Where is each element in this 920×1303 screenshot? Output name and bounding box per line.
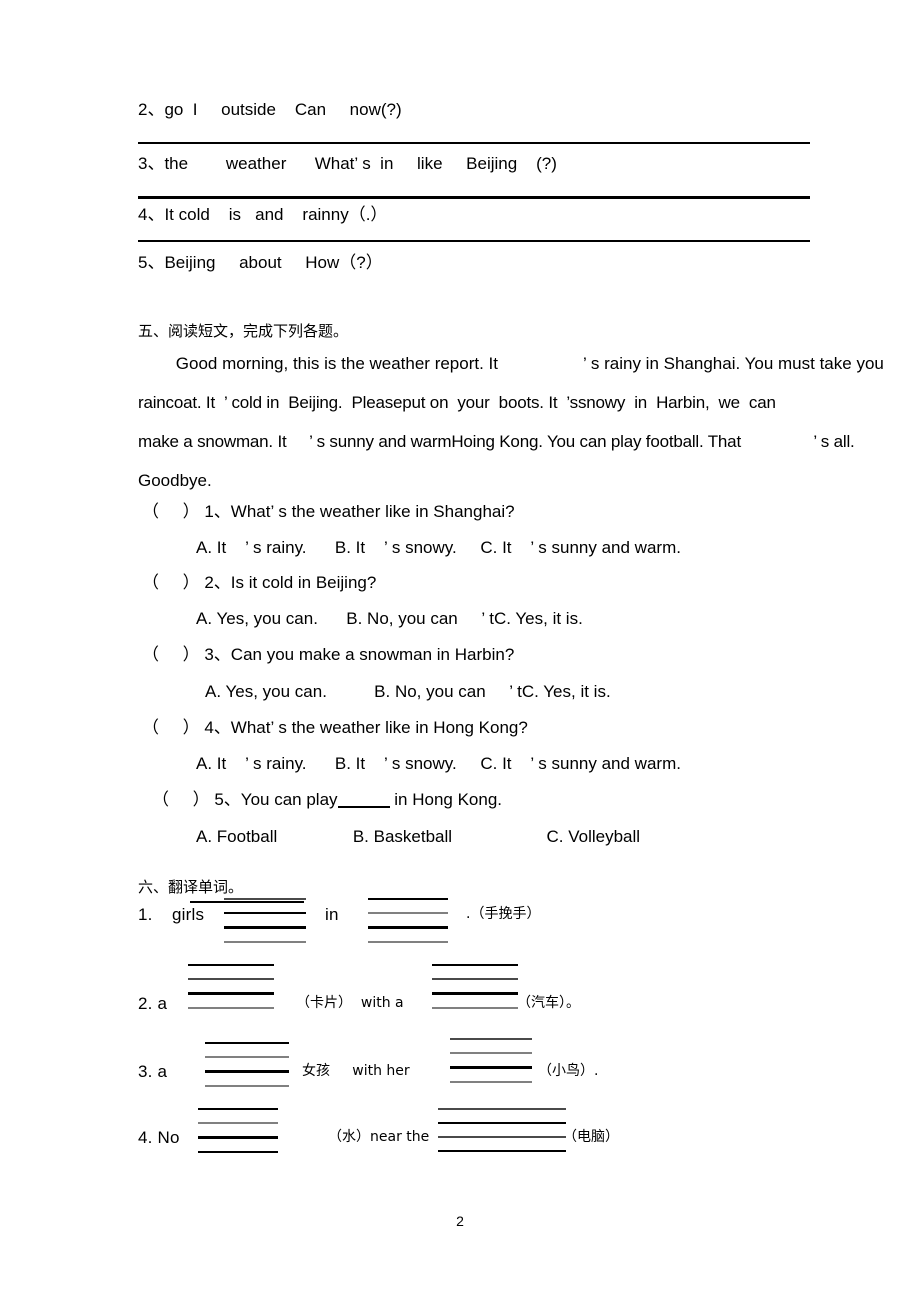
answer-rule-1 <box>138 142 810 144</box>
passage-line-3: make a snowman. It ’ s sunny and warmHoi… <box>138 432 855 451</box>
translation-item-3-hint-2: （小鸟）. <box>538 1063 599 1079</box>
blank-gap <box>224 914 306 926</box>
blank-rule <box>368 941 448 943</box>
reading-options-3[interactable]: A. Yes, you can. B. No, you can ’ tC. Ye… <box>205 683 611 700</box>
sentence-order-item-4: 4、It cold is and rainny（.） <box>138 206 810 223</box>
blank-rule <box>438 1150 566 1152</box>
reading-question-5-text-before: （ ） 5、You can play <box>152 790 338 809</box>
translation-item-3-hint-1: 女孩 with her <box>302 1063 410 1079</box>
blank-gap <box>450 1040 532 1052</box>
blank-rule <box>205 1085 289 1087</box>
reading-options-1[interactable]: A. It ’ s rainy. B. It ’ s snowy. C. It … <box>196 539 681 556</box>
reading-question-3[interactable]: （ ） 3、Can you make a snowman in Harbin? <box>142 646 514 663</box>
translation-blank-1a[interactable] <box>224 898 306 943</box>
translation-item-4-hint-2: （电脑） <box>563 1129 619 1145</box>
translation-section-heading: 六、翻译单词。 <box>138 878 244 896</box>
sentence-order-text-5: 5、Beijing about How（?） <box>138 253 383 272</box>
page-number: 2 <box>456 1213 464 1229</box>
blank-gap <box>205 1058 289 1070</box>
passage-line-1: Good morning, this is the weather report… <box>138 354 884 373</box>
reading-question-5-blank[interactable] <box>337 806 390 808</box>
blank-rule <box>188 1007 274 1009</box>
blank-gap <box>438 1138 566 1150</box>
blank-gap <box>432 995 518 1007</box>
blank-gap <box>205 1044 289 1056</box>
answer-rule-3 <box>138 240 810 242</box>
sentence-order-text-4: 4、It cold is and rainny（.） <box>138 205 388 224</box>
worksheet-page: 2、go I outside Can now(?) 3、the weather … <box>0 0 920 1303</box>
blank-gap <box>450 1069 532 1081</box>
reading-question-2[interactable]: （ ） 2、Is it cold in Beijing? <box>142 574 376 591</box>
blank-gap <box>368 900 448 912</box>
reading-question-1[interactable]: （ ） 1、What’ s the weather like in Shangh… <box>142 503 515 520</box>
blank-rule <box>198 1151 278 1153</box>
reading-question-4[interactable]: （ ） 4、What’ s the weather like in Hong K… <box>142 719 528 736</box>
reading-section-heading: 五、阅读短文，完成下列各题。 <box>138 322 349 340</box>
passage-line-4: Goodbye. <box>138 471 212 490</box>
translation-blank-2a[interactable] <box>188 964 274 1009</box>
translation-blank-3a[interactable] <box>205 1042 289 1087</box>
passage-line-2: raincoat. It ’ cold in Beijing. Pleasepu… <box>138 393 776 412</box>
blank-gap <box>368 914 448 926</box>
blank-gap <box>438 1110 566 1122</box>
blank-gap <box>432 966 518 978</box>
blank-rule <box>224 941 306 943</box>
answer-rule-2 <box>138 196 810 199</box>
blank-gap <box>188 980 274 992</box>
blank-gap <box>432 980 518 992</box>
blank-gap <box>188 966 274 978</box>
blank-gap <box>224 900 306 912</box>
translation-blank-4b[interactable] <box>438 1108 566 1152</box>
blank-gap <box>438 1124 566 1136</box>
blank-gap <box>198 1110 278 1122</box>
reading-question-5[interactable]: （ ） 5、You can play in Hong Kong. <box>152 791 502 808</box>
translation-blank-4a[interactable] <box>198 1108 278 1153</box>
translation-item-2-number: 2. a <box>138 994 168 1013</box>
reading-question-5-text-after: in Hong Kong. <box>389 790 502 809</box>
translation-item-2-hint-1: （卡片） with a <box>296 995 404 1011</box>
blank-gap <box>450 1054 532 1066</box>
reading-options-2[interactable]: A. Yes, you can. B. No, you can ’ tC. Ye… <box>196 610 583 627</box>
blank-gap <box>198 1124 278 1136</box>
blank-rule <box>450 1081 532 1083</box>
reading-options-4[interactable]: A. It ’ s rainy. B. It ’ s snowy. C. It … <box>196 755 681 772</box>
translation-blank-2b[interactable] <box>432 964 518 1009</box>
reading-options-5[interactable]: A. Football B. Basketball C. Volleyball <box>196 828 640 845</box>
translation-item-4-hint-1: （水）near the <box>328 1129 430 1145</box>
sentence-order-item-5: 5、Beijing about How（?） <box>138 254 810 271</box>
blank-rule <box>432 1007 518 1009</box>
translation-item-1-word-1: girls <box>172 905 205 924</box>
blank-gap <box>368 929 448 941</box>
blank-gap <box>224 929 306 941</box>
translation-item-1-hint: .（手挽手） <box>466 906 541 922</box>
translation-item-1-number: 1. <box>138 905 153 924</box>
translation-item-1-word-2: in <box>325 905 339 924</box>
translation-item-3-number: 3. a <box>138 1062 168 1081</box>
blank-gap <box>205 1073 289 1085</box>
sentence-order-item-3: 3、the weather What’ s in like Beijing (?… <box>138 155 810 172</box>
sentence-order-item-2: 2、go I outside Can now(?) <box>138 101 810 118</box>
sentence-order-text-2: 2、go I outside Can now(?) <box>138 100 402 119</box>
translation-blank-3b[interactable] <box>450 1038 532 1083</box>
blank-gap <box>188 995 274 1007</box>
sentence-order-text-3: 3、the weather What’ s in like Beijing (?… <box>138 154 557 173</box>
translation-item-4-number: 4. No <box>138 1128 180 1147</box>
translation-blank-1b[interactable] <box>368 898 448 943</box>
blank-gap <box>198 1139 278 1151</box>
translation-item-2-hint-2: （汽车）。 <box>517 995 580 1011</box>
